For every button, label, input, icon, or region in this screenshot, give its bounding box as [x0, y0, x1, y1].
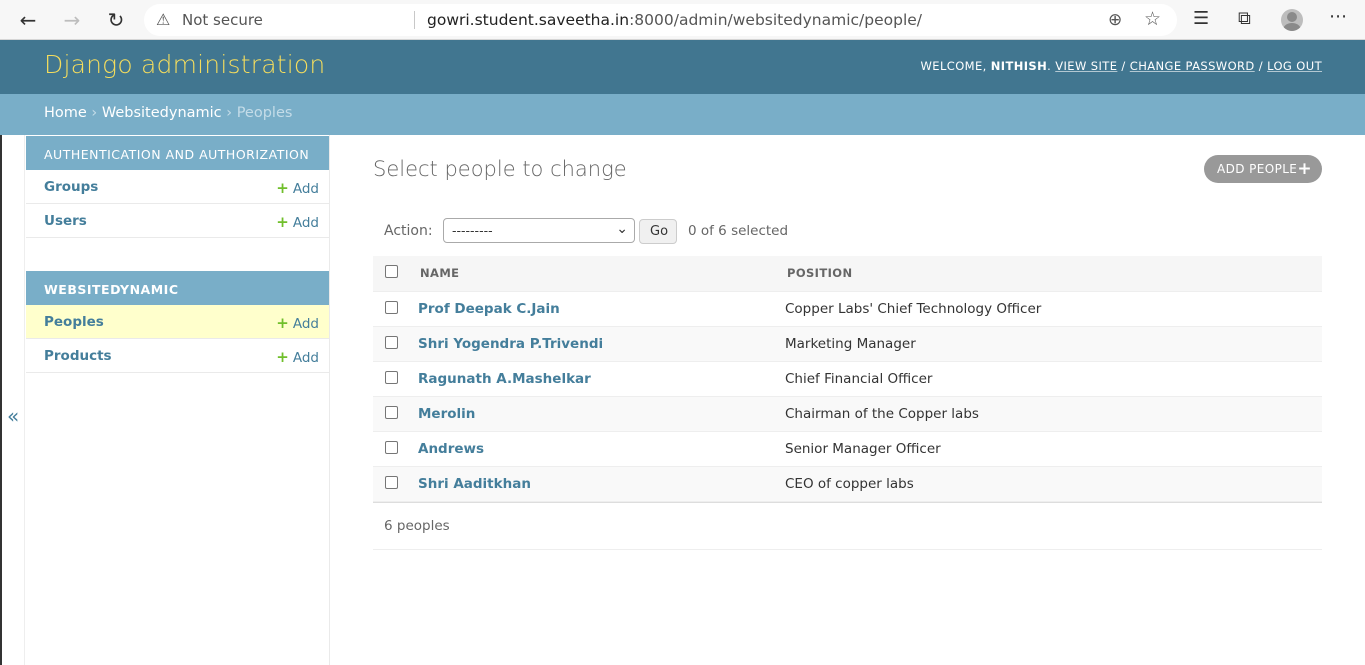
row-name-link[interactable]: Andrews	[418, 441, 484, 457]
module-caption-websitedynamic[interactable]: WEBSITEDYNAMIC	[26, 271, 329, 305]
add-peoples-link[interactable]: + Add	[276, 314, 319, 332]
results-table: NAME POSITION Prof Deepak C.Jain Copper …	[373, 256, 1322, 502]
module-auth: AUTHENTICATION AND AUTHORIZATION Groups …	[26, 136, 329, 238]
log-out-link[interactable]: LOG OUT	[1267, 59, 1322, 73]
breadcrumb-app[interactable]: Websitedynamic	[102, 105, 222, 121]
row-name-link[interactable]: Merolin	[418, 406, 475, 422]
sidebar-edge	[0, 135, 25, 665]
add-people-button[interactable]: ADD PEOPLE +	[1204, 155, 1322, 183]
row-checkbox[interactable]	[385, 441, 398, 454]
username: NITHISH	[990, 59, 1048, 73]
more-menu-icon[interactable]: ⋯	[1329, 6, 1347, 27]
module-websitedynamic: WEBSITEDYNAMIC Peoples + Add Products + Ad…	[26, 271, 329, 373]
view-site-link[interactable]: VIEW SITE	[1055, 59, 1117, 73]
row-name-link[interactable]: Shri Aaditkhan	[418, 476, 531, 492]
reload-icon[interactable]: ↻	[102, 6, 130, 34]
row-checkbox[interactable]	[385, 301, 398, 314]
row-position: Chairman of the Copper labs	[785, 406, 979, 422]
add-products-link[interactable]: + Add	[276, 348, 319, 366]
table-row: Prof Deepak C.Jain Copper Labs' Chief Te…	[373, 292, 1322, 327]
forward-icon[interactable]: →	[58, 6, 86, 34]
site-header: Django administration WELCOME, NITHISH. …	[0, 40, 1365, 94]
profile-avatar-icon[interactable]	[1281, 9, 1303, 31]
plus-icon: +	[276, 314, 289, 332]
paginator: 6 peoples	[373, 502, 1322, 550]
row-checkbox[interactable]	[385, 406, 398, 419]
add-groups-link[interactable]: + Add	[276, 179, 319, 197]
address-divider	[414, 11, 415, 29]
browser-toolbar: ← → ↻ ⚠ Not secure gowri.student.saveeth…	[0, 0, 1365, 40]
plus-icon: +	[276, 213, 289, 231]
table-row: Merolin Chairman of the Copper labs	[373, 397, 1322, 432]
sidebar-item-groups[interactable]: Groups + Add	[26, 170, 329, 204]
breadcrumb-current: Peoples	[236, 105, 293, 121]
plus-icon: +	[276, 179, 289, 197]
zoom-icon[interactable]: ⊕	[1108, 10, 1122, 30]
sidebar-item-label[interactable]: Peoples	[44, 314, 104, 330]
welcome-text: WELCOME,	[920, 59, 991, 73]
row-name-link[interactable]: Prof Deepak C.Jain	[418, 301, 560, 317]
sidebar-item-label[interactable]: Users	[44, 213, 87, 229]
row-checkbox[interactable]	[385, 336, 398, 349]
result-count: 6 peoples	[384, 518, 450, 534]
warning-icon[interactable]: ⚠	[156, 10, 170, 29]
app-sidebar: AUTHENTICATION AND AUTHORIZATION Groups …	[25, 135, 330, 665]
security-label[interactable]: Not secure	[182, 11, 263, 29]
select-all-checkbox[interactable]	[385, 265, 398, 278]
chevron-down-icon: ⌄	[616, 221, 628, 237]
column-header-name[interactable]: NAME	[420, 266, 459, 280]
action-label: Action:	[384, 223, 433, 239]
column-header-position[interactable]: POSITION	[787, 266, 853, 280]
favorite-star-icon[interactable]: ☆	[1144, 8, 1161, 30]
row-checkbox[interactable]	[385, 371, 398, 384]
site-brand[interactable]: Django administration	[44, 50, 325, 79]
module-caption-auth[interactable]: AUTHENTICATION AND AUTHORIZATION	[26, 136, 329, 170]
address-bar[interactable]: ⚠ Not secure gowri.student.saveetha.in:8…	[144, 4, 1177, 36]
row-position: CEO of copper labs	[785, 476, 914, 492]
sidebar-item-products[interactable]: Products + Add	[26, 339, 329, 373]
user-tools: WELCOME, NITHISH. VIEW SITE / CHANGE PAS…	[920, 59, 1322, 73]
page-title: Select people to change	[373, 157, 627, 181]
sidebar-item-label[interactable]: Products	[44, 348, 112, 364]
table-row: Ragunath A.Mashelkar Chief Financial Off…	[373, 362, 1322, 397]
table-header: NAME POSITION	[373, 256, 1322, 292]
table-row: Shri Aaditkhan CEO of copper labs	[373, 467, 1322, 502]
sidebar-item-peoples[interactable]: Peoples + Add	[26, 305, 329, 339]
action-select[interactable]: --------- ⌄	[443, 218, 635, 243]
breadcrumb: Home › Websitedynamic › Peoples	[0, 94, 1365, 135]
row-position: Chief Financial Officer	[785, 371, 933, 387]
add-users-link[interactable]: + Add	[276, 213, 319, 231]
toggle-sidebar-icon[interactable]: «	[7, 404, 19, 428]
go-button[interactable]: Go	[639, 219, 677, 244]
row-name-link[interactable]: Ragunath A.Mashelkar	[418, 371, 591, 387]
row-position: Senior Manager Officer	[785, 441, 941, 457]
row-position: Copper Labs' Chief Technology Officer	[785, 301, 1042, 317]
change-password-link[interactable]: CHANGE PASSWORD	[1130, 59, 1255, 73]
sidebar-item-users[interactable]: Users + Add	[26, 204, 329, 238]
table-row: Shri Yogendra P.Trivendi Marketing Manag…	[373, 327, 1322, 362]
collections-icon[interactable]: ⧉	[1238, 8, 1251, 29]
selection-counter: 0 of 6 selected	[688, 223, 789, 239]
url-text[interactable]: gowri.student.saveetha.in:8000/admin/web…	[427, 11, 922, 29]
row-position: Marketing Manager	[785, 336, 916, 352]
sidebar-item-label[interactable]: Groups	[44, 179, 98, 195]
table-row: Andrews Senior Manager Officer	[373, 432, 1322, 467]
back-icon[interactable]: ←	[14, 6, 42, 34]
row-checkbox[interactable]	[385, 476, 398, 489]
plus-icon: +	[276, 348, 289, 366]
plus-icon: +	[1297, 159, 1312, 179]
breadcrumb-home[interactable]: Home	[44, 105, 87, 121]
row-name-link[interactable]: Shri Yogendra P.Trivendi	[418, 336, 603, 352]
favorites-list-icon[interactable]: ☰	[1193, 8, 1209, 29]
